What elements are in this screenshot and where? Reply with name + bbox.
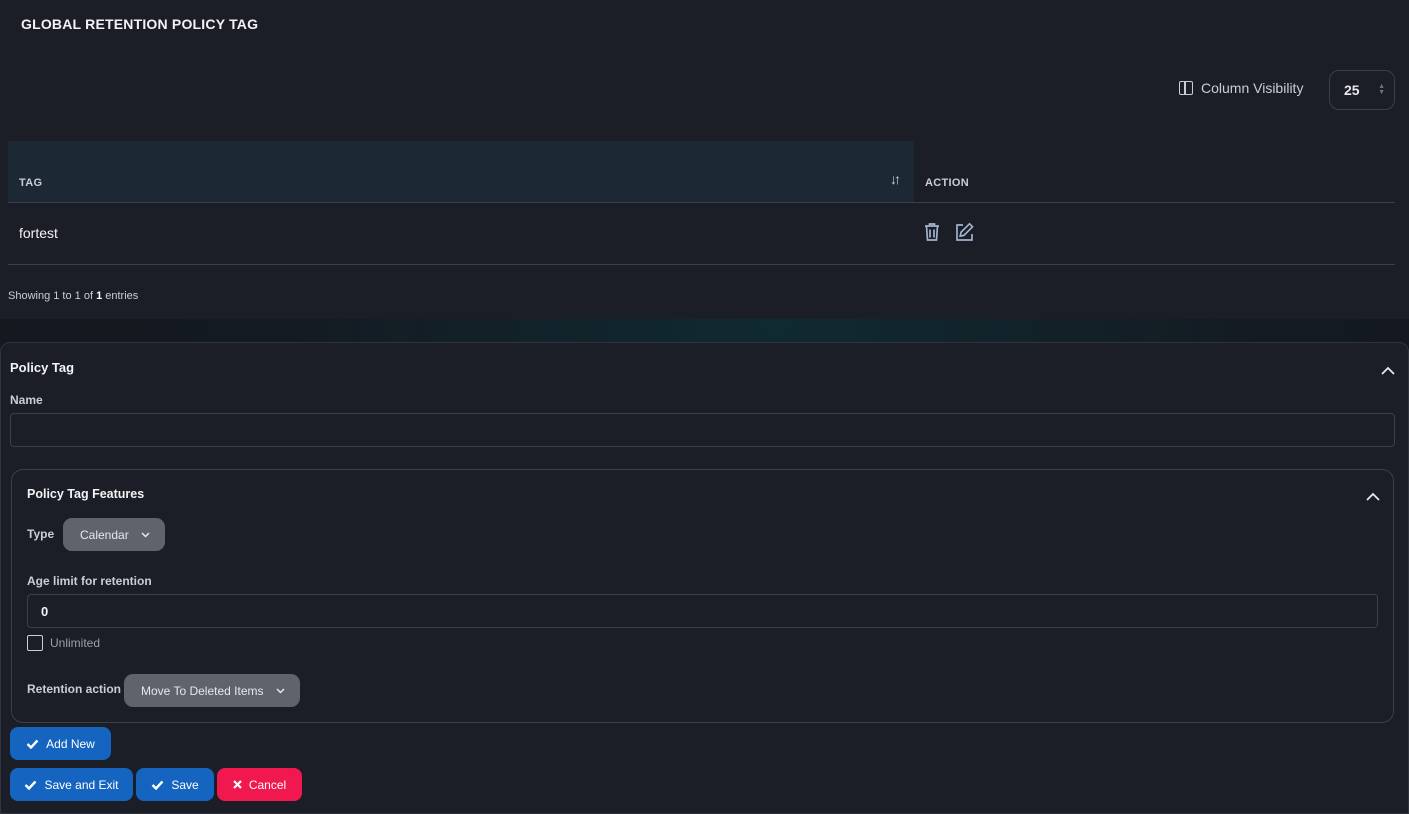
chevron-up-icon[interactable] xyxy=(1381,362,1395,380)
column-visibility-button[interactable]: Column Visibility xyxy=(1179,80,1303,96)
retention-tag-table-panel: GLOBAL RETENTION POLICY TAG Column Visib… xyxy=(0,0,1409,319)
features-section-title: Policy Tag Features xyxy=(27,487,145,501)
page-size-select[interactable]: 25 ▲ ▼ xyxy=(1329,70,1395,110)
type-label: Type xyxy=(27,527,55,541)
check-icon xyxy=(26,739,39,749)
retention-action-label: Retention action xyxy=(27,682,122,696)
page-size-value: 25 xyxy=(1344,82,1360,98)
chevron-down-icon xyxy=(275,687,285,694)
age-limit-input[interactable] xyxy=(27,594,1378,628)
table-header: TAG ↓↑ ACTION xyxy=(8,141,1395,203)
chevron-up-icon[interactable] xyxy=(1366,488,1380,506)
unlimited-checkbox[interactable] xyxy=(27,635,43,651)
save-and-exit-label: Save and Exit xyxy=(44,777,119,792)
page-title: GLOBAL RETENTION POLICY TAG xyxy=(21,16,259,32)
table-info-suffix: entries xyxy=(105,290,139,302)
retention-action-dropdown[interactable]: Move To Deleted Items xyxy=(124,674,300,707)
table-row: fortest xyxy=(8,203,1395,265)
policy-tag-section-title: Policy Tag xyxy=(10,360,75,375)
name-input[interactable] xyxy=(10,413,1395,447)
x-icon xyxy=(233,780,242,789)
check-icon xyxy=(25,780,37,790)
unlimited-label: Unlimited xyxy=(50,636,101,650)
policy-tag-form-panel: Policy Tag Name Policy Tag Features Type… xyxy=(0,342,1409,814)
check-icon xyxy=(151,780,164,790)
policy-tag-features-section: Policy Tag Features Type Calendar Age li… xyxy=(11,469,1394,723)
select-arrows-icon: ▲ ▼ xyxy=(1378,83,1385,96)
cancel-button[interactable]: Cancel xyxy=(217,768,302,801)
trash-icon[interactable] xyxy=(923,222,941,247)
add-new-button[interactable]: Add New xyxy=(10,727,111,760)
type-dropdown-value: Calendar xyxy=(80,527,129,542)
retention-action-value: Move To Deleted Items xyxy=(141,683,264,698)
type-dropdown[interactable]: Calendar xyxy=(63,518,165,551)
save-label: Save xyxy=(171,777,199,792)
chevron-down-icon xyxy=(141,531,150,538)
save-and-exit-button[interactable]: Save and Exit xyxy=(10,768,133,801)
table-info-prefix: Showing 1 to 1 of xyxy=(8,290,94,302)
column-header-action-label: ACTION xyxy=(925,177,969,189)
save-button[interactable]: Save xyxy=(136,768,214,801)
cancel-label: Cancel xyxy=(248,777,287,792)
add-new-label: Add New xyxy=(46,736,95,751)
column-header-tag[interactable]: TAG ↓↑ xyxy=(8,141,914,202)
columns-icon xyxy=(1179,81,1193,95)
age-limit-label: Age limit for retention xyxy=(27,574,152,588)
name-label: Name xyxy=(10,393,43,407)
table-info-total: 1 xyxy=(96,290,103,302)
table-info: Showing 1 to 1 of 1 entries xyxy=(8,290,138,302)
edit-icon[interactable] xyxy=(954,222,975,247)
tag-cell: fortest xyxy=(19,225,58,241)
column-visibility-label: Column Visibility xyxy=(1201,80,1304,96)
column-header-tag-label: TAG xyxy=(19,177,43,189)
sort-icon[interactable]: ↓↑ xyxy=(890,171,901,187)
